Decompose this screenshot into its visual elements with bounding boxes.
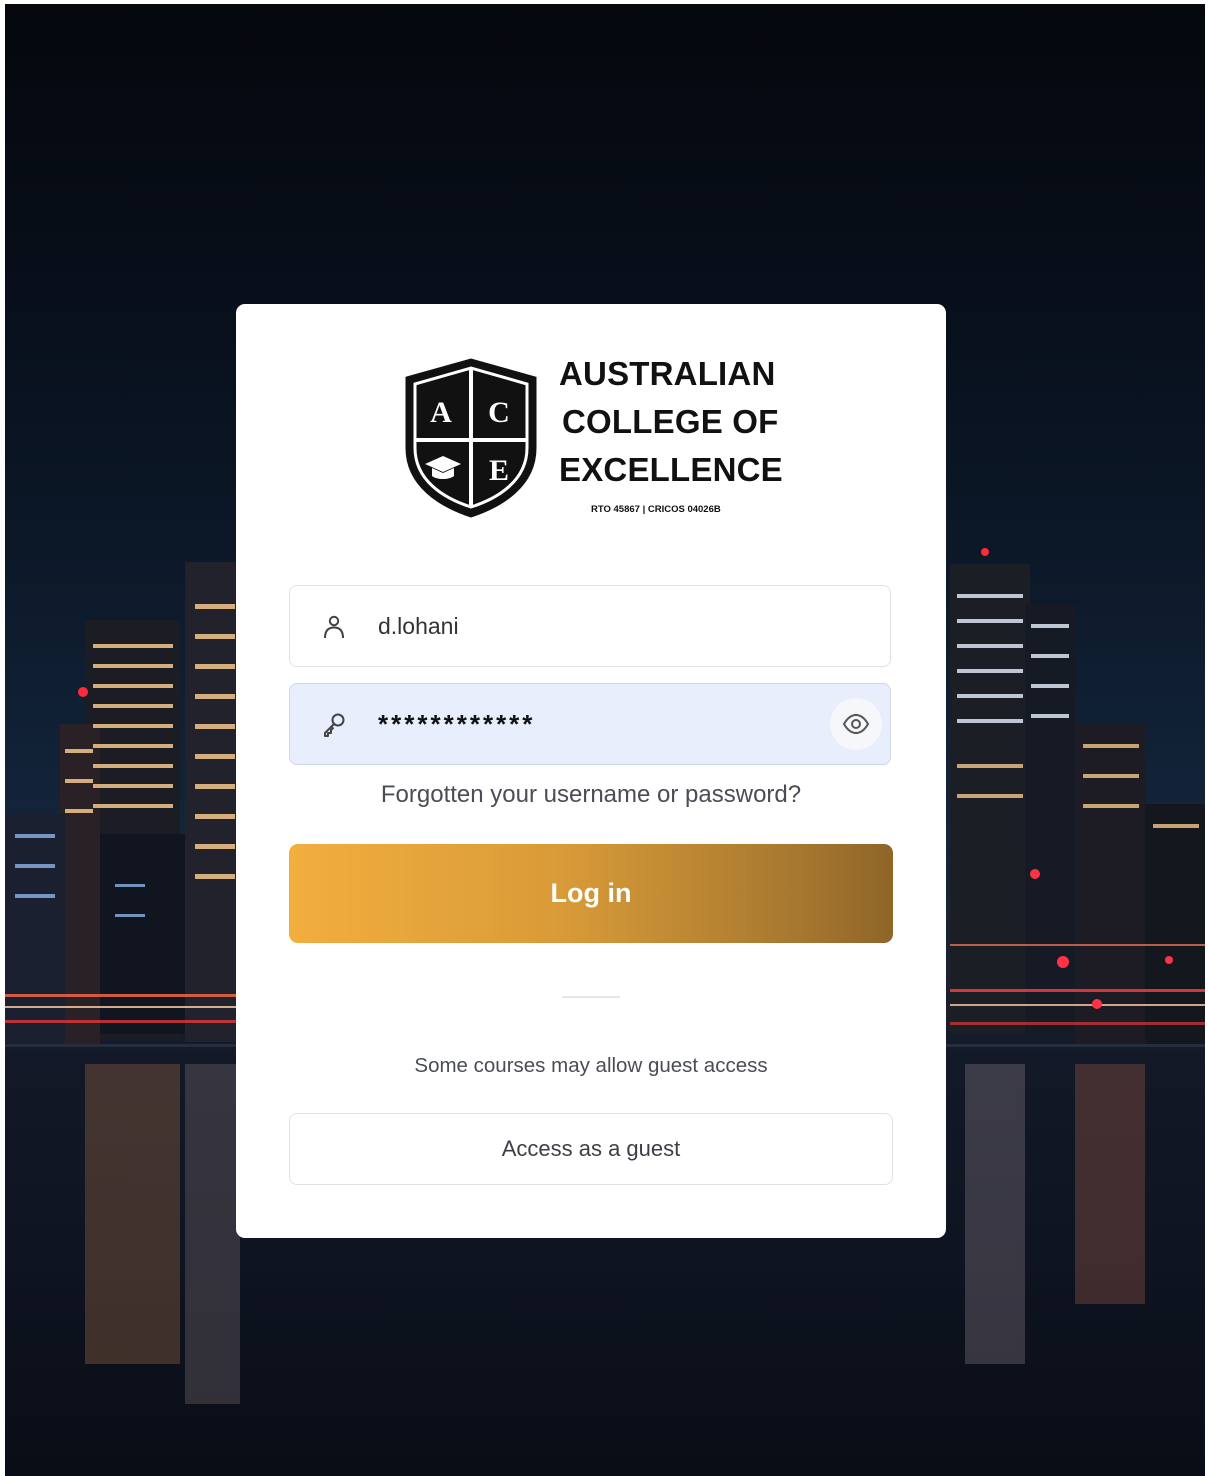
password-input[interactable] (378, 704, 808, 744)
crest-letter-e: E (489, 454, 509, 487)
logo-line-3: EXCELLENCE (559, 451, 783, 488)
logo-line-2: COLLEGE OF (562, 403, 779, 440)
user-icon (324, 615, 344, 639)
reveal-password-button[interactable] (830, 698, 882, 750)
guest-access-button[interactable]: Access as a guest (289, 1113, 893, 1185)
college-logo: A C E AUSTRALIAN COLLEGE OF EXCELLENCE R… (401, 356, 791, 521)
forgot-credentials-link[interactable]: Forgotten your username or password? (236, 781, 946, 809)
key-icon (324, 713, 345, 737)
divider (562, 996, 620, 998)
crest-icon: A C E (405, 358, 537, 518)
crest-letter-c: C (488, 396, 510, 429)
registration-text: RTO 45867 | CRICOS 04026B (591, 504, 721, 515)
username-input[interactable] (378, 606, 808, 646)
login-button[interactable]: Log in (289, 844, 893, 943)
eye-icon (842, 713, 870, 735)
username-field[interactable] (289, 585, 891, 667)
password-field[interactable] (289, 683, 891, 765)
login-card: A C E AUSTRALIAN COLLEGE OF EXCELLENCE R… (236, 304, 946, 1238)
guest-access-note: Some courses may allow guest access (414, 1054, 768, 1077)
crest-letter-a: A (430, 396, 452, 429)
logo-line-1: AUSTRALIAN (559, 355, 776, 392)
